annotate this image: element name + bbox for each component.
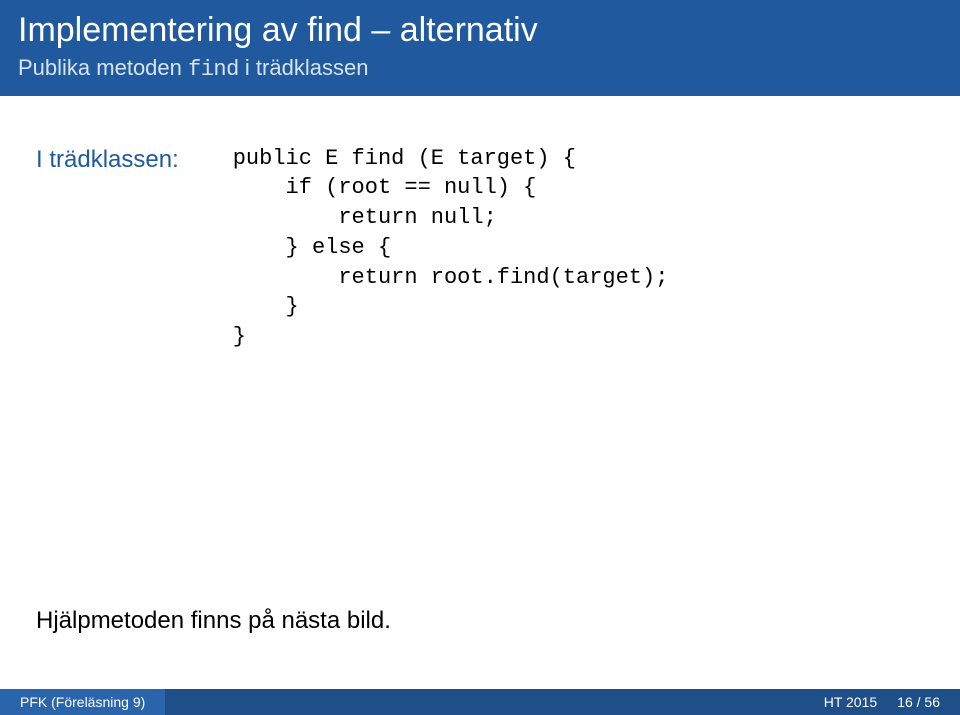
helper-note: Hjälpmetoden finns på nästa bild. — [36, 607, 391, 635]
subtitle-text-pre: Publika metoden — [18, 55, 188, 80]
code-block: public E find (E target) { if (root == n… — [233, 144, 669, 352]
footer-page: 16 / 56 — [897, 694, 940, 710]
subtitle-text-post: i trädklassen — [239, 55, 369, 80]
footer-right: HT 2015 16 / 56 — [804, 689, 960, 715]
slide-title: Implementering av find – alternativ — [18, 10, 942, 51]
code-row: I trädklassen: public E find (E target) … — [36, 144, 924, 352]
footer-mid — [165, 689, 803, 715]
subtitle-code: find — [188, 57, 239, 82]
footer-term: HT 2015 — [824, 694, 877, 710]
context-label: I trädklassen: — [36, 144, 179, 174]
slide-footer: PFK (Föreläsning 9) HT 2015 16 / 56 — [0, 689, 960, 715]
slide-header: Implementering av find – alternativ Publ… — [0, 0, 960, 96]
footer-left: PFK (Föreläsning 9) — [0, 689, 165, 715]
slide-subtitle: Publika metoden find i trädklassen — [18, 55, 942, 82]
slide-content: I trädklassen: public E find (E target) … — [0, 96, 960, 689]
